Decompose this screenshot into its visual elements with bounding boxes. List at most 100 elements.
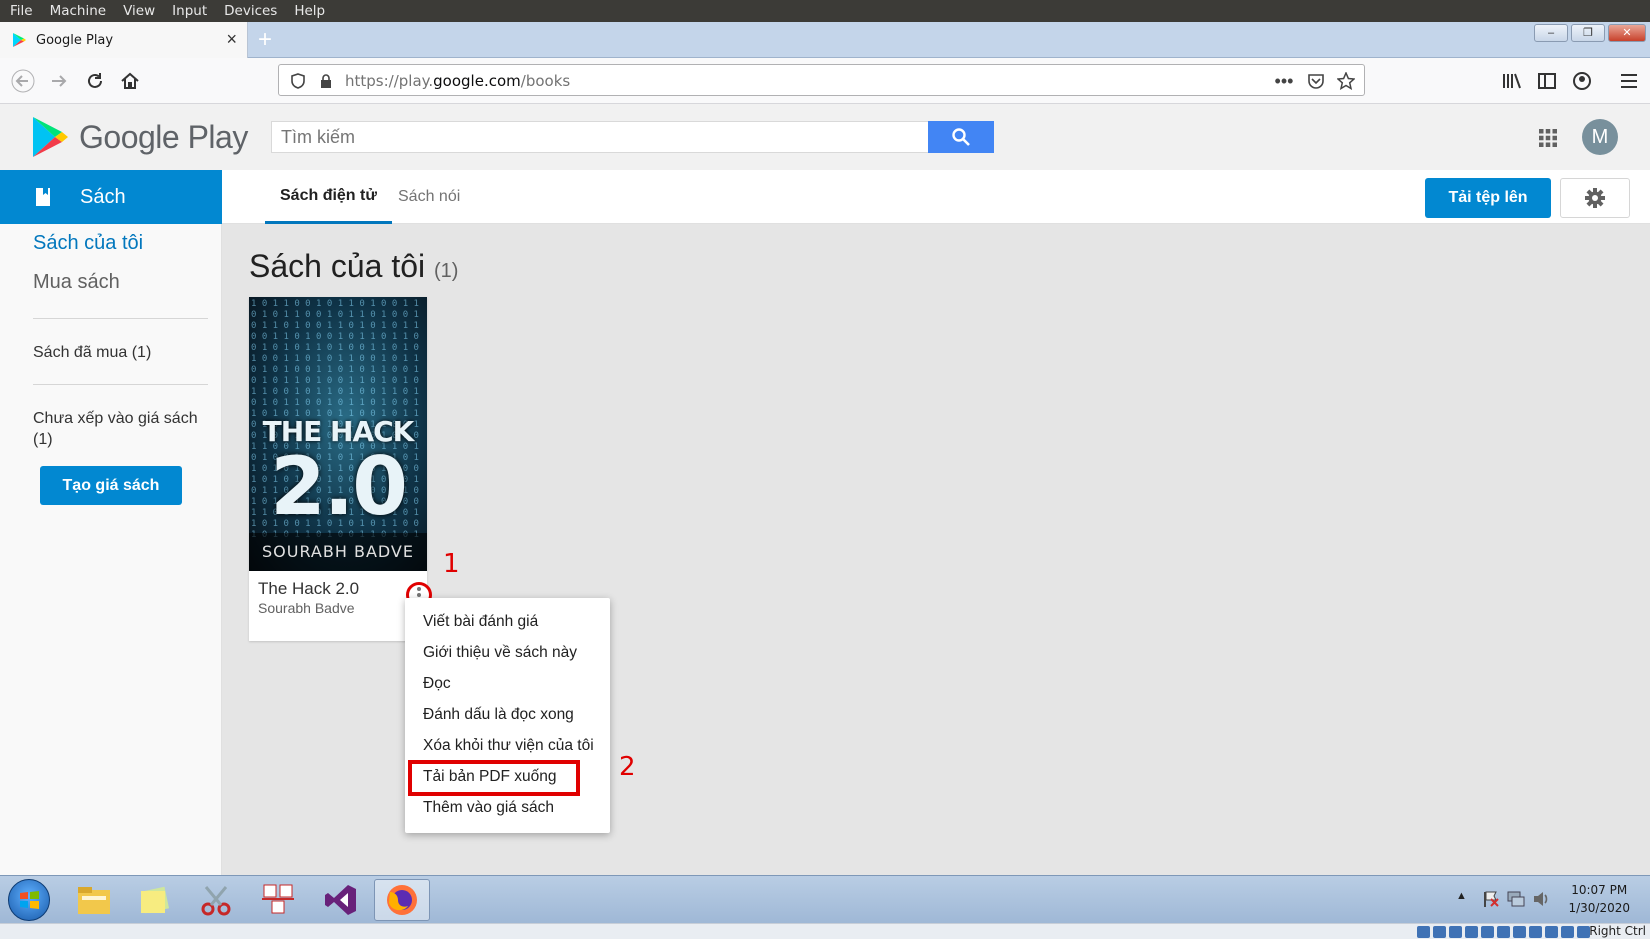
tab-title: Google Play: [36, 32, 114, 48]
sidebar-toggle-button[interactable]: [1532, 66, 1562, 96]
menu-item-write-review[interactable]: Viết bài đánh giá: [423, 613, 538, 631]
minimize-button[interactable]: –: [1534, 24, 1568, 42]
sub-navbar: Sách điện tử Sách nói Tải tệp lên: [222, 170, 1650, 224]
vm-menu-devices[interactable]: Devices: [224, 3, 277, 19]
vm-menu-help[interactable]: Help: [294, 3, 325, 19]
search-input[interactable]: [272, 122, 928, 152]
upload-button[interactable]: Tải tệp lên: [1425, 178, 1551, 218]
close-window-button[interactable]: ✕: [1608, 24, 1646, 42]
url-text: https://play.google.com/books: [345, 72, 571, 90]
google-play-logo[interactable]: Google Play: [31, 116, 248, 158]
sidebar-link-shop[interactable]: Mua sách: [33, 271, 120, 294]
hard-disk-icon[interactable]: [1417, 926, 1430, 938]
optical-drive-icon[interactable]: [1433, 926, 1446, 938]
vm-menu-view[interactable]: View: [123, 3, 155, 19]
hamburger-menu-button[interactable]: [1614, 66, 1644, 96]
book-cover[interactable]: 1 0 1 1 0 0 1 0 1 1 0 1 0 0 1 1 0 1 0 1 …: [249, 297, 427, 571]
taskbar-sticky-notes[interactable]: [126, 879, 182, 921]
menu-item-add-to-shelf[interactable]: Thêm vào giá sách: [423, 799, 554, 817]
pocket-icon[interactable]: [1307, 72, 1325, 90]
tab-close-icon[interactable]: ×: [226, 30, 237, 48]
forward-button[interactable]: [44, 66, 74, 96]
taskbar-visual-studio[interactable]: [313, 879, 369, 921]
tab-ebooks[interactable]: Sách điện tử: [265, 170, 392, 224]
taskbar-snipping-tool[interactable]: [188, 879, 244, 921]
reload-button[interactable]: [80, 66, 110, 96]
library-button[interactable]: [1497, 66, 1527, 96]
clock-date: 1/30/2020: [1568, 901, 1630, 915]
usb-icon[interactable]: [1481, 926, 1494, 938]
host-key-label: Right Ctrl: [1589, 924, 1646, 938]
library-icon: [1503, 73, 1521, 89]
recording-icon[interactable]: [1529, 926, 1542, 938]
menu-item-download-pdf[interactable]: Tải bản PDF xuống: [423, 768, 557, 786]
avatar[interactable]: M: [1582, 119, 1618, 155]
create-shelf-button[interactable]: Tạo giá sách: [40, 466, 182, 505]
audio-icon[interactable]: [1449, 926, 1462, 938]
vm-menu-input[interactable]: Input: [172, 3, 207, 19]
shared-folder-icon[interactable]: [1497, 926, 1510, 938]
apps-grid-icon: [1539, 129, 1557, 147]
taskbar-firefox[interactable]: [374, 879, 430, 921]
settings-button[interactable]: [1560, 178, 1630, 218]
new-tab-icon[interactable]: +: [258, 26, 272, 54]
vm-statusbar: Right Ctrl: [0, 923, 1650, 939]
logo-text: Google Play: [79, 118, 248, 155]
play-header: Google Play M: [0, 104, 1650, 170]
sidebar-link-my-books[interactable]: Sách của tôi: [33, 232, 143, 255]
sidebar-item-unshelved[interactable]: Chưa xếp vào giá sách (1): [33, 408, 203, 450]
window-controls: – ❐ ✕: [1534, 24, 1646, 42]
reload-icon: [88, 73, 102, 88]
taskbar-file-explorer[interactable]: [66, 879, 122, 921]
google-play-favicon-icon: [13, 33, 26, 47]
search-icon: [952, 128, 970, 146]
bookmark-star-icon[interactable]: [1337, 72, 1355, 90]
show-hidden-icons-icon[interactable]: ▲: [1456, 890, 1467, 902]
page-title: Sách của tôi (1): [249, 248, 459, 284]
maximize-button[interactable]: ❐: [1571, 24, 1605, 42]
book-card[interactable]: 1 0 1 1 0 0 1 0 1 1 0 1 0 0 1 1 0 1 0 1 …: [249, 297, 427, 641]
taskbar-unikey[interactable]: [250, 879, 306, 921]
browser-tabstrip: Google Play × + – ❐ ✕: [0, 22, 1650, 58]
taskbar-clock[interactable]: 10:07 PM 1/30/2020: [1568, 881, 1630, 917]
vm-menubar: File Machine View Input Devices Help: [0, 0, 1650, 22]
sidebar-item-books[interactable]: Sách: [0, 170, 222, 224]
home-button[interactable]: [115, 66, 145, 96]
back-button[interactable]: [8, 66, 38, 96]
system-tray: ▲ 10:07 PM 1/30/2020: [1438, 876, 1650, 924]
cpu-icon[interactable]: [1545, 926, 1558, 938]
search-button[interactable]: [928, 121, 994, 153]
menu-item-read[interactable]: Đọc: [423, 675, 451, 693]
network-icon[interactable]: [1506, 890, 1526, 908]
menu-item-about-book[interactable]: Giới thiệu về sách này: [423, 644, 577, 662]
action-center-flag-icon[interactable]: [1482, 890, 1500, 908]
menu-item-remove-from-library[interactable]: Xóa khỏi thư viện của tôi: [423, 737, 594, 755]
keyboard-capture-icon[interactable]: [1577, 926, 1590, 938]
book-context-menu: Viết bài đánh giá Giới thiệu về sách này…: [405, 598, 610, 833]
sidebar-item-books-label: Sách: [80, 185, 126, 208]
browser-tab[interactable]: Google Play ×: [0, 22, 248, 58]
volume-icon[interactable]: [1532, 890, 1550, 908]
network-adapter-icon[interactable]: [1465, 926, 1478, 938]
url-bar[interactable]: https://play.google.com/books •••: [278, 64, 1365, 96]
hamburger-icon: [1621, 74, 1637, 88]
menu-item-mark-finished[interactable]: Đánh dấu là đọc xong: [423, 706, 574, 724]
start-button[interactable]: [8, 879, 50, 921]
account-button[interactable]: [1567, 66, 1597, 96]
windows-logo-icon: [20, 891, 39, 909]
tab-audiobooks[interactable]: Sách nói: [383, 170, 475, 224]
vm-menu-machine[interactable]: Machine: [50, 3, 107, 19]
lock-icon[interactable]: [317, 72, 335, 90]
mouse-integration-icon[interactable]: [1561, 926, 1574, 938]
sidebar-divider: [33, 318, 208, 319]
page-actions-icon[interactable]: •••: [1275, 71, 1294, 91]
vm-menu-file[interactable]: File: [10, 3, 33, 19]
apps-grid-button[interactable]: [1538, 128, 1558, 153]
tracking-shield-icon[interactable]: [289, 72, 307, 90]
sidebar-item-purchased[interactable]: Sách đã mua (1): [33, 342, 203, 363]
book-title[interactable]: The Hack 2.0: [258, 579, 359, 599]
sticky-notes-icon: [140, 886, 170, 914]
home-icon: [121, 72, 139, 89]
book-author[interactable]: Sourabh Badve: [258, 600, 355, 616]
display-icon[interactable]: [1513, 926, 1526, 938]
